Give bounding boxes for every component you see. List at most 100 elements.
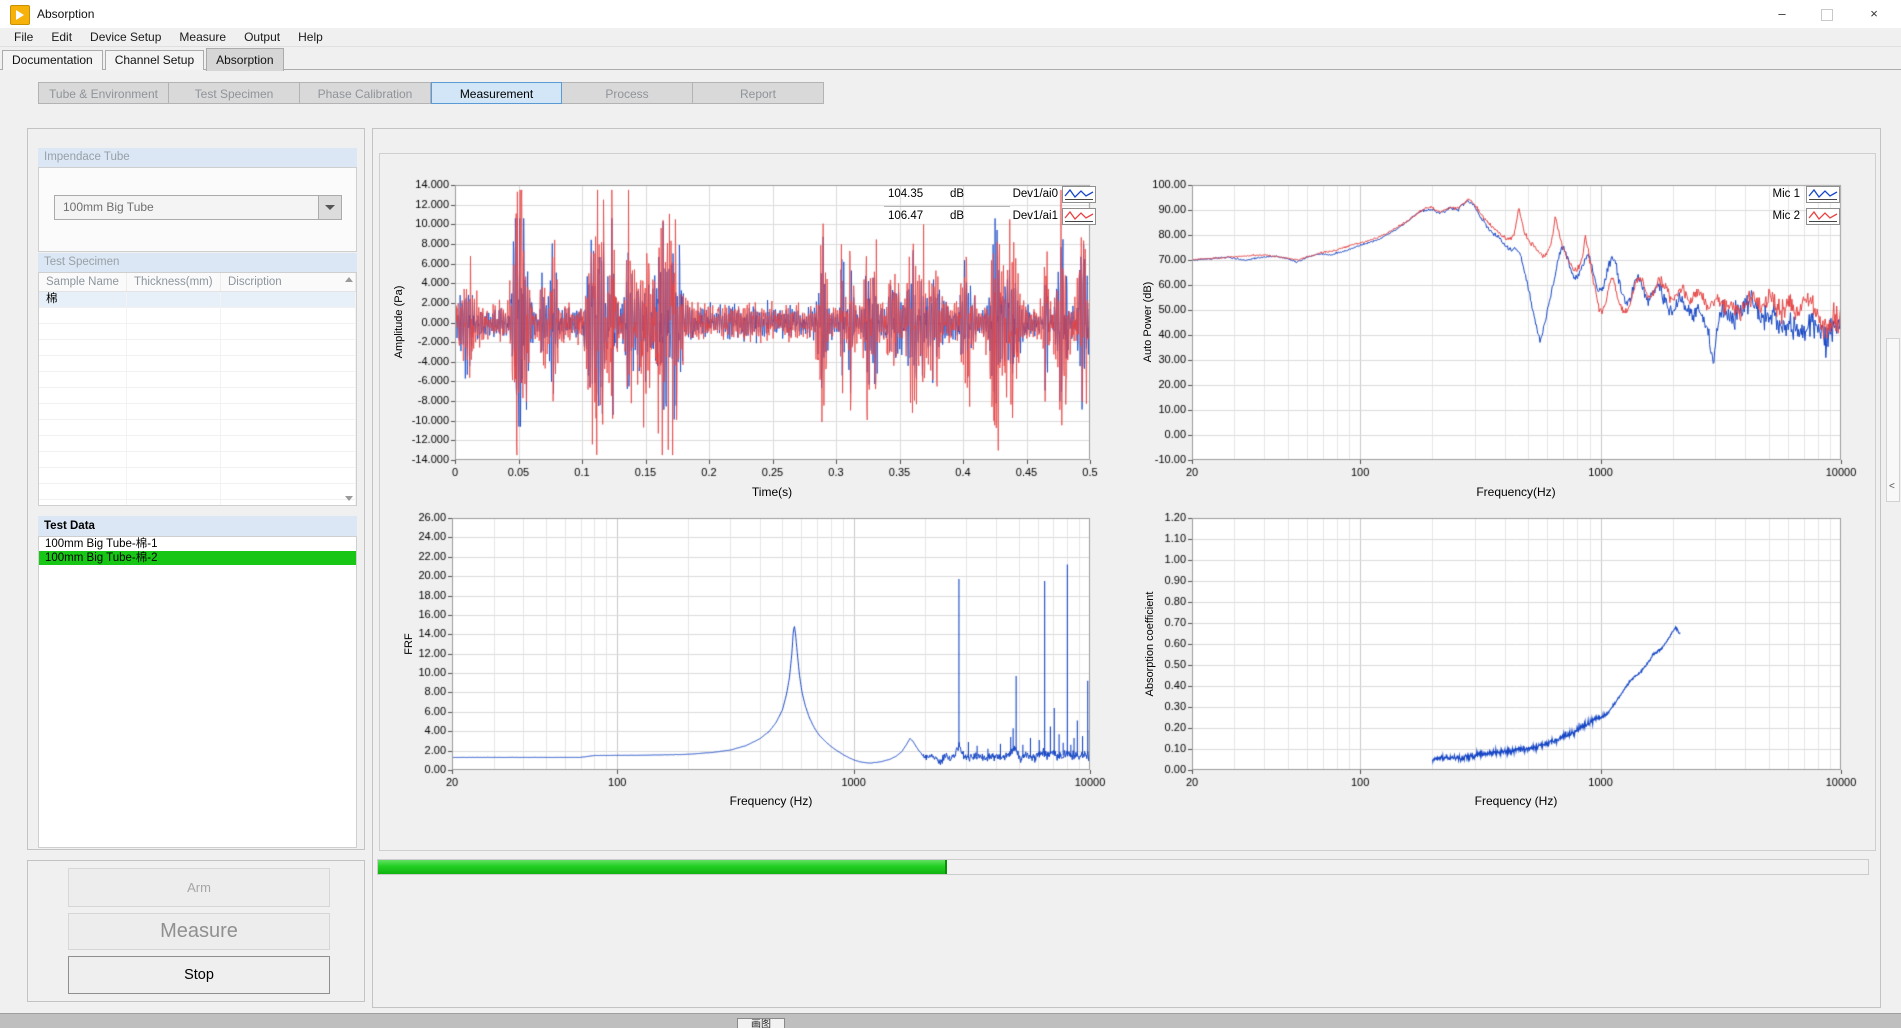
y-axis-title-autopower: Auto Power (dB) bbox=[1142, 282, 1154, 363]
legend-label-mic2: Mic 2 bbox=[1738, 210, 1800, 222]
impedance-tube-box: 100mm Big Tube bbox=[38, 167, 357, 252]
menu-help[interactable]: Help bbox=[289, 28, 332, 47]
collapse-left-icon: < bbox=[1889, 481, 1895, 492]
table-header-row: Sample NameThickness(mm)Discription bbox=[39, 273, 356, 292]
table-cell bbox=[221, 356, 356, 371]
close-button[interactable]: × bbox=[1857, 0, 1891, 28]
table-row-empty bbox=[39, 388, 356, 404]
subtab-tube-environment[interactable]: Tube & Environment bbox=[38, 82, 169, 104]
tab-absorption[interactable]: Absorption bbox=[206, 48, 283, 71]
table-row[interactable]: 棉 bbox=[39, 292, 356, 308]
bottom-partial-tab[interactable]: 画图 bbox=[737, 1018, 785, 1028]
table-row-empty bbox=[39, 372, 356, 388]
table-cell bbox=[221, 372, 356, 387]
column-header-discription: Discription bbox=[221, 273, 356, 291]
test-data-list: 100mm Big Tube-棉-1100mm Big Tube-棉-2 bbox=[38, 536, 357, 848]
subtab-measurement[interactable]: Measurement bbox=[431, 82, 562, 104]
absorption-chart bbox=[1136, 500, 1866, 800]
table-cell bbox=[127, 292, 221, 307]
arm-button[interactable]: Arm bbox=[68, 868, 330, 907]
x-axis-title-frequency-3: Frequency (Hz) bbox=[1475, 794, 1558, 808]
x-axis-title-time: Time(s) bbox=[752, 485, 792, 499]
table-cell bbox=[221, 420, 356, 435]
table-row-empty bbox=[39, 500, 356, 506]
waveform-legend-icon-blue[interactable] bbox=[1062, 186, 1096, 203]
table-cell bbox=[127, 372, 221, 387]
dropdown-button[interactable] bbox=[318, 196, 341, 219]
impedance-tube-dropdown[interactable]: 100mm Big Tube bbox=[54, 195, 342, 220]
table-cell bbox=[39, 484, 127, 499]
waveform-legend-icon-red[interactable] bbox=[1062, 208, 1096, 225]
table-cell bbox=[39, 308, 127, 323]
scroll-down-icon[interactable] bbox=[345, 496, 353, 501]
labview-app-icon bbox=[10, 5, 30, 25]
table-cell: 棉 bbox=[39, 292, 127, 307]
table-cell bbox=[39, 404, 127, 419]
table-cell bbox=[39, 452, 127, 467]
impedance-tube-value: 100mm Big Tube bbox=[63, 200, 154, 214]
table-row-empty bbox=[39, 308, 356, 324]
column-header-sample-name: Sample Name bbox=[39, 273, 127, 291]
table-cell bbox=[221, 340, 356, 355]
table-row-empty bbox=[39, 436, 356, 452]
table-row-empty bbox=[39, 420, 356, 436]
chevron-down-icon bbox=[325, 205, 335, 210]
table-cell bbox=[221, 500, 356, 506]
table-cell bbox=[39, 324, 127, 339]
table-cell bbox=[221, 484, 356, 499]
sidebar-panel: Impendace Tube 100mm Big Tube Test Speci… bbox=[27, 128, 365, 850]
table-cell bbox=[127, 468, 221, 483]
window-title: Absorption bbox=[37, 7, 94, 21]
menu-measure[interactable]: Measure bbox=[170, 28, 235, 47]
legend-label-mic1: Mic 1 bbox=[1738, 188, 1800, 200]
title-bar: Absorption – × bbox=[0, 0, 1901, 29]
table-cell bbox=[127, 436, 221, 451]
menu-edit[interactable]: Edit bbox=[42, 28, 81, 47]
waveform-legend-icon-mic1[interactable] bbox=[1806, 186, 1840, 203]
table-row-empty bbox=[39, 452, 356, 468]
test-specimen-header: Test Specimen bbox=[38, 253, 357, 272]
table-cell bbox=[127, 308, 221, 323]
table-cell bbox=[127, 452, 221, 467]
test-data-item[interactable]: 100mm Big Tube-棉-2 bbox=[39, 551, 356, 565]
workflow-tab-bar: Tube & EnvironmentTest SpecimenPhase Cal… bbox=[38, 82, 824, 104]
test-data-item[interactable]: 100mm Big Tube-棉-1 bbox=[39, 537, 356, 551]
table-cell bbox=[127, 404, 221, 419]
table-cell bbox=[127, 420, 221, 435]
maximize-button[interactable] bbox=[1810, 0, 1844, 28]
table-cell bbox=[127, 484, 221, 499]
y-axis-title-frf: FRF bbox=[403, 633, 415, 654]
legend-divider bbox=[884, 206, 1010, 207]
table-cell bbox=[127, 388, 221, 403]
menu-file[interactable]: File bbox=[5, 28, 42, 47]
subtab-process[interactable]: Process bbox=[562, 82, 693, 104]
minimize-button[interactable]: – bbox=[1765, 0, 1799, 28]
table-cell bbox=[39, 388, 127, 403]
scroll-up-icon[interactable] bbox=[345, 277, 353, 282]
tab-channel-setup[interactable]: Channel Setup bbox=[105, 50, 204, 70]
waveform-legend-icon-mic2[interactable] bbox=[1806, 208, 1840, 225]
level-value-ai0: 104.35 bbox=[888, 188, 923, 200]
test-data-header: Test Data bbox=[38, 516, 357, 536]
subtab-test-specimen[interactable]: Test Specimen bbox=[169, 82, 300, 104]
frf-chart bbox=[395, 500, 1111, 800]
tab-documentation[interactable]: Documentation bbox=[2, 50, 103, 70]
column-header-thickness-mm-: Thickness(mm) bbox=[127, 273, 221, 291]
level-unit-ai0: dB bbox=[950, 188, 964, 200]
menu-output[interactable]: Output bbox=[235, 28, 289, 47]
table-cell bbox=[39, 340, 127, 355]
table-cell bbox=[127, 340, 221, 355]
stop-button[interactable]: Stop bbox=[68, 956, 330, 994]
table-cell bbox=[221, 308, 356, 323]
subtab-phase-calibration[interactable]: Phase Calibration bbox=[300, 82, 431, 104]
table-row-empty bbox=[39, 468, 356, 484]
side-splitter[interactable]: < bbox=[1886, 338, 1900, 502]
progress-fill bbox=[378, 860, 947, 874]
subtab-report[interactable]: Report bbox=[693, 82, 824, 104]
measure-button[interactable]: Measure bbox=[68, 913, 330, 950]
table-cell bbox=[221, 324, 356, 339]
table-cell bbox=[39, 420, 127, 435]
menu-device-setup[interactable]: Device Setup bbox=[81, 28, 170, 47]
menu-bar: FileEditDevice SetupMeasureOutputHelp bbox=[0, 28, 1901, 47]
level-value-ai1: 106.47 bbox=[888, 210, 923, 222]
